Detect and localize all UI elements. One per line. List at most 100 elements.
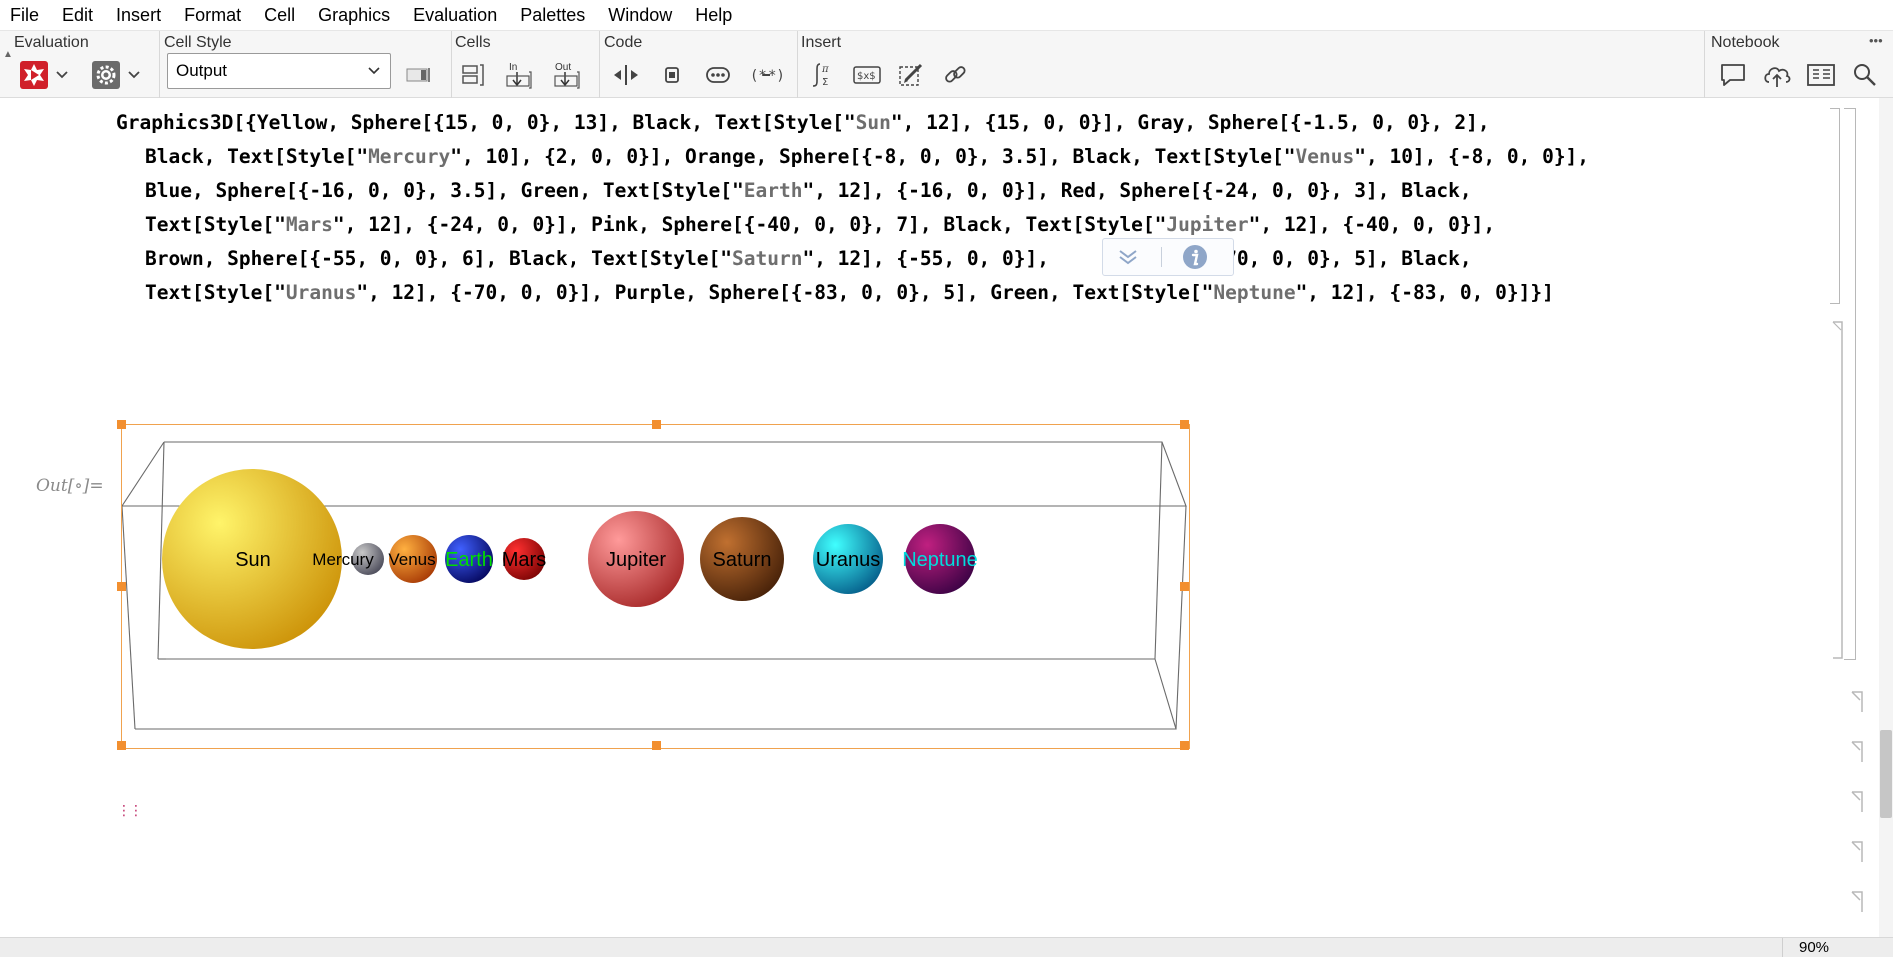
toolbar: ▲ Evaluation Cell Style Output Cells In … [0,30,1893,99]
toolbar-group-cells: Cells In Out [455,31,600,99]
code-line[interactable]: Text[Style["Uranus", 12], {-70, 0, 0}], … [116,276,1589,310]
resize-handle-mid-left[interactable] [117,582,126,591]
insert-drawing-button[interactable] [893,57,929,93]
code-text: ", 12], {-83, 0, 0}]}] [1295,281,1554,304]
code-line[interactable]: Graphics3D[{Yellow, Sphere[{15, 0, 0}, 1… [116,106,1589,140]
scrollbar-thumb[interactable] [1880,730,1892,818]
label-uranus: Uranus [816,549,880,571]
solar-system-graphic[interactable]: Sun Mercury Venus Earth Mars Jupiter Saturn Ura… [120,425,1191,750]
toolbar-group-cell-style: Cell Style Output [164,31,452,99]
svg-text:π: π [821,64,829,75]
expand-hint-button[interactable] [1103,248,1153,266]
code-template-button[interactable] [700,57,736,93]
code-split-button[interactable] [608,57,644,93]
search-button[interactable] [1847,57,1883,93]
collapse-toolbar-icon[interactable]: ▲ [3,49,13,60]
code-text: Blue, Sphere[{-16, 0, 0}, 3.5], Green, T… [145,179,744,202]
toolbar-code-label: Code [604,34,643,51]
menu-evaluation[interactable]: Evaluation [413,5,497,26]
code-line[interactable]: Blue, Sphere[{-16, 0, 0}, 3.5], Green, T… [116,174,1589,208]
chat-button[interactable] [1715,57,1751,93]
out-text: Out [555,62,571,73]
menu-edit[interactable]: Edit [62,5,93,26]
menu-palettes[interactable]: Palettes [520,5,585,26]
insert-tex-button[interactable]: $x$ [849,57,885,93]
graphics3d-output[interactable]: Sun Mercury Venus Earth Mars Jupiter Saturn Ura… [117,420,1191,750]
empty-cell-brackets[interactable] [1850,690,1870,920]
comment-icon: (* *) [750,68,783,84]
info-button[interactable] [1170,244,1220,270]
insert-math-button[interactable]: π Σ [805,57,841,93]
resize-handle-bottom-left[interactable] [117,741,126,750]
toolbar-cells-label: Cells [455,34,491,51]
toolbar-notebook-label: Notebook [1711,34,1780,51]
info-icon [1183,245,1207,269]
cloud-upload-icon [1764,67,1791,87]
toolbar-cell-style-label: Cell Style [164,34,232,51]
insert-input-cell-button[interactable]: In [501,57,537,93]
cell-style-value: Output [176,61,228,80]
code-text: ", 12], {-70, 0, 0}], Purple, Sphere[{-8… [356,281,1214,304]
resize-handle-bottom-center[interactable] [652,741,661,750]
insert-input-icon: In [506,62,532,89]
comment-button[interactable]: (* *) [746,57,786,93]
code-text: ", 10], {-8, 0, 0}], [1354,145,1590,168]
toolbar-group-insert: Insert π Σ $x$ [801,31,1701,99]
status-bar: 90% [0,937,1893,957]
menu-format[interactable]: Format [184,5,241,26]
resize-handle-top-center[interactable] [652,420,661,429]
ellipsis-box-icon [706,67,730,83]
search-icon [1854,64,1876,86]
cell-style-select[interactable]: Output [167,53,391,89]
cloud-publish-button[interactable] [1759,57,1795,93]
insert-output-icon: Out [554,62,580,89]
resize-handle-bottom-right[interactable] [1180,741,1189,750]
menu-bar: File Edit Insert Format Cell Graphics Ev… [0,0,1893,30]
string-literal: Earth [743,179,803,202]
insert-output-cell-button[interactable]: Out [549,57,585,93]
menu-cell[interactable]: Cell [264,5,295,26]
resize-handle-top-right[interactable] [1180,420,1189,429]
notebook-area[interactable]: Graphics3D[{Yellow, Sphere[{15, 0, 0}, 1… [0,98,1893,937]
merge-cells-button[interactable] [455,57,491,93]
cell-insertion-marker[interactable]: ⋮⋮ [117,802,143,819]
more-options-icon[interactable]: ••• [1869,33,1883,48]
svg-text:Σ: Σ [822,77,828,88]
evaluation-settings-button[interactable] [88,57,124,93]
insert-hyperlink-button[interactable] [937,57,973,93]
code-text: Brown, Sphere[{-55, 0, 0}, 6], Black, Te… [145,247,732,270]
code-cell-button[interactable] [654,57,690,93]
evaluate-dropdown-button[interactable] [52,57,72,93]
toolbar-group-evaluation: Evaluation [14,31,160,99]
group-cell-bracket[interactable] [1844,108,1856,660]
vertical-scrollbar[interactable] [1879,98,1893,937]
label-mars: Mars [502,549,546,571]
autocomplete-hint-popup [1102,238,1234,276]
code-line[interactable]: Text[Style["Mars", 12], {-24, 0, 0}], Pi… [116,208,1589,242]
menu-graphics[interactable]: Graphics [318,5,390,26]
code-line[interactable]: Black, Text[Style["Mercury", 10], {2, 0,… [116,140,1589,174]
zoom-level[interactable]: 90% [1782,938,1860,957]
menu-window[interactable]: Window [608,5,672,26]
resize-handle-mid-right[interactable] [1180,582,1189,591]
menu-help[interactable]: Help [695,5,732,26]
code-text: Text[Style[" [145,213,286,236]
split-arrows-icon [614,65,638,85]
double-chevron-down-icon [1119,250,1137,265]
apply-cell-style-button[interactable] [400,57,436,93]
input-cell[interactable]: Graphics3D[{Yellow, Sphere[{15, 0, 0}, 1… [116,106,1589,310]
in-text: In [509,62,517,73]
resize-handle-top-left[interactable] [117,420,126,429]
evaluate-button[interactable] [16,57,52,93]
input-cell-bracket[interactable] [1830,108,1840,304]
notebook-info-button[interactable] [1803,57,1839,93]
code-text: Graphics3D[{Yellow, Sphere[{15, 0, 0}, 1… [116,111,856,134]
evaluation-settings-dropdown-button[interactable] [124,57,144,93]
menu-insert[interactable]: Insert [116,5,161,26]
chevron-down-icon [56,71,68,79]
label-mercury: Mercury [312,550,374,569]
cell-bracket-icon [462,64,484,86]
menu-file[interactable]: File [10,5,39,26]
pen-icon [899,63,923,86]
code-line[interactable]: Brown, Sphere[{-55, 0, 0}, 6], Black, Te… [116,242,1589,276]
